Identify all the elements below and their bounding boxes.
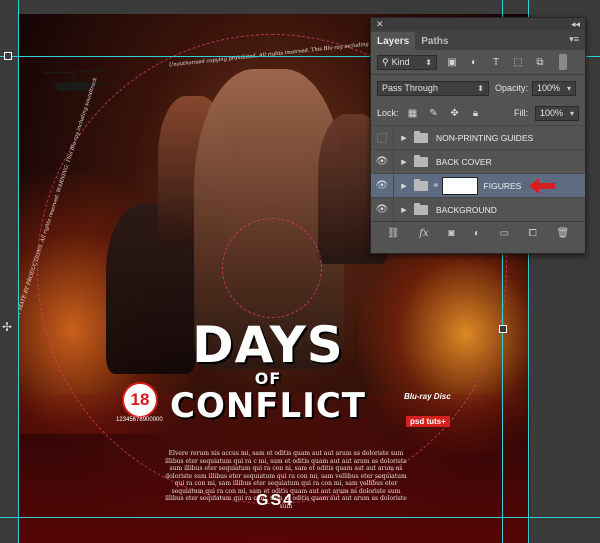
mask-link-icon[interactable]: ⚭	[432, 180, 440, 191]
bluray-logo: Blu-ray Disc	[404, 392, 451, 401]
age-rating-badge: 18	[122, 382, 158, 418]
new-group-icon[interactable]: ▭	[500, 228, 509, 239]
layer-name: FIGURES	[483, 180, 522, 191]
fill-label: Fill:	[514, 108, 528, 118]
transform-handle-left[interactable]	[4, 52, 12, 60]
lock-label: Lock:	[377, 108, 399, 118]
red-arrow-icon	[529, 178, 555, 196]
layers-panel[interactable]: ✕ ◂◂ Layers Paths ▾≡ ⚲ Kind ⬍ ▣ ◐ T ⬚ ⧉ …	[370, 17, 586, 254]
filter-kind-label: Kind	[391, 57, 410, 67]
tab-layers[interactable]: Layers	[371, 32, 416, 50]
gs4-logo: GS4	[256, 492, 295, 509]
folder-icon	[414, 130, 428, 143]
fill-value: 100%	[540, 108, 564, 118]
chevron-down-icon: ⬍	[425, 57, 432, 67]
disc-inner-ring	[222, 218, 322, 318]
visibility-toggle-off[interactable]	[371, 126, 394, 149]
layer-back-cover[interactable]: 👁︎ ▶ BACK COVER	[371, 149, 585, 173]
eye-icon[interactable]: 👁︎	[371, 198, 394, 221]
new-layer-icon[interactable]: ⧠	[529, 228, 537, 239]
panel-title-bar[interactable]: ✕ ◂◂	[371, 18, 585, 30]
link-layers-icon[interactable]: ⛓︎	[387, 228, 400, 239]
add-mask-icon[interactable]: ◙	[448, 228, 454, 239]
guide-horizontal-bottom[interactable]	[0, 517, 600, 518]
lock-all-icon[interactable]: 🔒︎	[469, 107, 483, 119]
guide-vertical-left[interactable]	[18, 0, 19, 543]
blend-mode-dropdown[interactable]: Pass Through ⬍	[377, 80, 489, 96]
opacity-value: 100%	[537, 83, 561, 93]
panel-tabs: Layers Paths ▾≡	[371, 30, 585, 50]
search-icon: ⚲	[382, 56, 389, 67]
fill-input[interactable]: 100% ▾	[535, 105, 579, 121]
title-days: DAYS	[192, 316, 344, 374]
lock-image-pixels-icon[interactable]: ✎	[427, 107, 441, 119]
collapse-icon[interactable]: ◂◂	[571, 19, 580, 30]
layer-mask-thumbnail[interactable]	[441, 176, 478, 195]
blend-row: Pass Through ⬍ Opacity: 100% ▾	[371, 75, 585, 101]
eye-icon[interactable]: 👁︎	[371, 174, 394, 197]
adjustment-layer-icon[interactable]: ◐	[474, 228, 480, 239]
lock-row: Lock: ▦ ✎ ✥ 🔒︎ Fill: 100% ▾	[371, 101, 585, 125]
image-filter-icon[interactable]: ▣	[445, 56, 459, 68]
trash-icon[interactable]: 🗑︎	[556, 228, 569, 239]
title-conflict: CONFLICT	[170, 386, 366, 426]
expand-arrow-icon[interactable]: ▶	[398, 134, 410, 142]
folder-icon	[414, 202, 428, 215]
barcode-number: 12345678900000	[116, 417, 163, 423]
folder-icon	[414, 178, 428, 191]
layer-figures[interactable]: 👁︎ ▶ ⚭ FIGURES	[371, 173, 585, 197]
smart-object-filter-icon[interactable]: ⧉	[533, 56, 547, 68]
psd-tuts-badge: psd tuts+	[406, 416, 450, 427]
transform-handle-right[interactable]	[499, 325, 507, 333]
adjustment-filter-icon[interactable]: ◐	[467, 56, 481, 68]
chevron-down-icon[interactable]: ▾	[567, 84, 571, 93]
tab-paths[interactable]: Paths	[415, 32, 454, 50]
layers-bottom-bar: ⛓︎ fx ◙ ◐ ▭ ⧠ 🗑︎	[371, 221, 585, 244]
filter-kind-dropdown[interactable]: ⚲ Kind ⬍	[377, 54, 437, 70]
layer-name: NON-PRINTING GUIDES	[436, 132, 534, 143]
panel-menu-icon[interactable]: ▾≡	[569, 34, 579, 45]
type-filter-icon[interactable]: T	[489, 56, 503, 68]
lock-position-icon[interactable]: ✥	[448, 107, 462, 119]
filter-toggle[interactable]	[559, 54, 567, 70]
chevron-down-icon[interactable]: ▾	[570, 109, 574, 118]
layer-background[interactable]: 👁︎ ▶ BACKGROUND	[371, 197, 585, 221]
close-icon[interactable]: ✕	[376, 19, 384, 30]
blend-mode-value: Pass Through	[382, 83, 438, 93]
expand-arrow-icon[interactable]: ▶	[398, 206, 410, 214]
lock-transparent-pixels-icon[interactable]: ▦	[406, 107, 420, 119]
layer-name: BACKGROUND	[436, 204, 497, 215]
filter-row: ⚲ Kind ⬍ ▣ ◐ T ⬚ ⧉	[371, 50, 585, 74]
expand-arrow-icon[interactable]: ▶	[398, 182, 410, 190]
folder-icon	[414, 154, 428, 167]
expand-arrow-icon[interactable]: ▶	[398, 158, 410, 166]
eye-icon[interactable]: 👁︎	[371, 150, 394, 173]
shape-filter-icon[interactable]: ⬚	[511, 56, 525, 68]
chevron-down-icon: ⬍	[477, 83, 484, 93]
opacity-label: Opacity:	[495, 83, 529, 93]
crosshair-icon: ✢	[2, 320, 13, 334]
opacity-input[interactable]: 100% ▾	[532, 80, 577, 96]
layer-non-printing-guides[interactable]: ▶ NON-PRINTING GUIDES	[371, 125, 585, 149]
fx-icon[interactable]: fx	[419, 228, 428, 239]
layer-name: BACK COVER	[436, 156, 492, 167]
